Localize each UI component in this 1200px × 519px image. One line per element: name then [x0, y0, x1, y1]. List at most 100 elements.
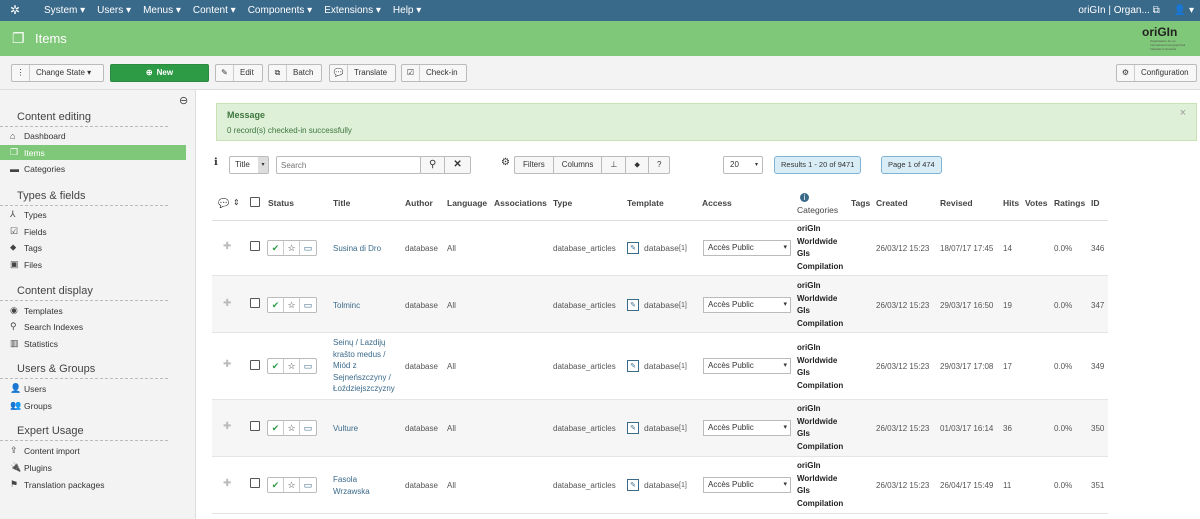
- column-language[interactable]: Language: [447, 198, 487, 208]
- column-author[interactable]: Author: [405, 198, 433, 208]
- drag-handle-icon[interactable]: ✚: [223, 298, 231, 309]
- column-access[interactable]: Access: [702, 198, 732, 208]
- row-checkbox[interactable]: [250, 298, 260, 308]
- checkin-button[interactable]: ☑ Check-in: [401, 64, 467, 82]
- clear-icon[interactable]: ✕: [445, 157, 469, 173]
- sidebar-item-items[interactable]: ❐ Items: [0, 145, 186, 160]
- access-select[interactable]: Accès Public ▾: [703, 297, 791, 313]
- drag-handle-icon[interactable]: ✚: [223, 478, 231, 489]
- sidebar-item-files[interactable]: ▣ Files: [10, 257, 196, 272]
- edit-icon[interactable]: ✎: [627, 479, 639, 491]
- sidebar-item-types[interactable]: ⅄ Types: [10, 207, 196, 222]
- row-checkbox[interactable]: [250, 478, 260, 488]
- preview-monitor-icon[interactable]: ▭: [300, 241, 316, 255]
- access-select[interactable]: Accès Public ▾: [703, 240, 791, 256]
- item-title-link[interactable]: Susina di Dro: [333, 243, 381, 255]
- item-title-link[interactable]: Fasola Wrzawska: [333, 474, 370, 497]
- edit-icon[interactable]: ✎: [627, 422, 639, 434]
- info-icon[interactable]: i: [800, 193, 809, 202]
- select-all-checkbox[interactable]: [250, 197, 260, 207]
- menu-content[interactable]: Content ▾: [187, 0, 242, 21]
- sidebar-item-dashboard[interactable]: ⌂ Dashboard: [10, 128, 196, 143]
- user-menu[interactable]: 👤 ▾: [1174, 5, 1194, 16]
- batch-button[interactable]: ⧉ Batch: [268, 64, 322, 82]
- sidebar-item-search-indexes[interactable]: ⚲ Search Indexes: [10, 319, 196, 334]
- item-title-link[interactable]: Seinų / Lazdijų krašto medus / Miód z Se…: [333, 337, 395, 395]
- preview-monitor-icon[interactable]: ▭: [300, 359, 316, 373]
- site-link[interactable]: oriGIn | Organ... ⧉: [1078, 5, 1159, 16]
- preview-monitor-icon[interactable]: ▭: [300, 478, 316, 492]
- columns-button[interactable]: Columns: [554, 157, 603, 173]
- preview-monitor-icon[interactable]: ▭: [300, 421, 316, 435]
- change-state-button[interactable]: ⋮ Change State ▾: [11, 64, 104, 82]
- column-id[interactable]: ID: [1091, 198, 1100, 208]
- sidebar-item-templates[interactable]: ◉ Templates: [10, 303, 196, 318]
- drag-handle-icon[interactable]: ✚: [223, 241, 231, 252]
- star-icon[interactable]: ☆: [284, 478, 300, 492]
- menu-extensions[interactable]: Extensions ▾: [318, 0, 387, 21]
- row-checkbox[interactable]: [250, 421, 260, 431]
- gear-icon[interactable]: ⚙: [501, 157, 510, 168]
- sitemap-icon[interactable]: ⊥: [602, 157, 627, 173]
- edit-button[interactable]: ✎ Edit: [215, 64, 263, 82]
- column-type[interactable]: Type: [553, 198, 572, 208]
- access-select[interactable]: Accès Public ▾: [703, 477, 791, 493]
- menu-help[interactable]: Help ▾: [387, 0, 427, 21]
- help-icon[interactable]: ?: [649, 157, 669, 173]
- sidebar-item-fields[interactable]: ☑ Fields: [10, 224, 196, 239]
- item-title-link[interactable]: Tolminc: [333, 300, 360, 312]
- sidebar-item-categories[interactable]: ▬ Categories: [10, 161, 196, 176]
- published-check-icon[interactable]: ✔: [268, 421, 284, 435]
- drag-handle-icon[interactable]: ✚: [223, 421, 231, 432]
- sidebar-item-statistics[interactable]: ▥ Statistics: [10, 336, 196, 351]
- collapse-sidebar-icon[interactable]: ⊖: [179, 94, 188, 107]
- new-button[interactable]: ⊕ New: [110, 64, 209, 82]
- row-checkbox[interactable]: [250, 360, 260, 370]
- column-created[interactable]: Created: [876, 198, 908, 208]
- edit-icon[interactable]: ✎: [627, 299, 639, 311]
- menu-users[interactable]: Users ▾: [91, 0, 137, 21]
- column-tags[interactable]: Tags: [851, 198, 870, 208]
- column-ratings[interactable]: Ratings: [1054, 198, 1085, 208]
- published-check-icon[interactable]: ✔: [268, 478, 284, 492]
- sidebar-item-translation-packages[interactable]: ⚑ Translation packages: [10, 477, 196, 492]
- joomla-logo-icon[interactable]: ✲: [10, 3, 20, 17]
- search-input[interactable]: [276, 156, 421, 174]
- star-icon[interactable]: ☆: [284, 359, 300, 373]
- published-check-icon[interactable]: ✔: [268, 241, 284, 255]
- sort-icon[interactable]: ⇕: [233, 198, 240, 207]
- sidebar-item-groups[interactable]: 👥 Groups: [10, 398, 196, 413]
- menu-components[interactable]: Components ▾: [242, 0, 319, 21]
- column-associations[interactable]: Associations: [494, 198, 547, 208]
- sidebar-item-tags[interactable]: ⬥ Tags: [10, 240, 196, 255]
- row-checkbox[interactable]: [250, 241, 260, 251]
- star-icon[interactable]: ☆: [284, 421, 300, 435]
- published-check-icon[interactable]: ✔: [268, 359, 284, 373]
- edit-icon[interactable]: ✎: [627, 360, 639, 372]
- published-check-icon[interactable]: ✔: [268, 298, 284, 312]
- drag-handle-icon[interactable]: ✚: [223, 359, 231, 370]
- configuration-button[interactable]: ⚙ Configuration: [1116, 64, 1197, 82]
- item-title-link[interactable]: Vulture: [333, 423, 358, 435]
- tags-icon[interactable]: ⬥: [626, 157, 649, 173]
- column-categories[interactable]: Categories: [797, 205, 838, 215]
- access-select[interactable]: Accès Public ▾: [703, 358, 791, 374]
- info-icon[interactable]: ℹ: [214, 157, 218, 168]
- comments-icon[interactable]: 💬: [218, 198, 229, 209]
- column-template[interactable]: Template: [627, 198, 664, 208]
- edit-icon[interactable]: ✎: [627, 242, 639, 254]
- close-icon[interactable]: ×: [1180, 107, 1186, 119]
- sidebar-item-content-import[interactable]: ⇪ Content import: [10, 443, 196, 458]
- limit-select[interactable]: 20 ▾: [723, 156, 763, 174]
- sidebar-item-plugins[interactable]: 🔌 Plugins: [10, 460, 196, 475]
- search-field-select[interactable]: Title ▾: [229, 156, 269, 174]
- menu-system[interactable]: System ▾: [38, 0, 91, 21]
- star-icon[interactable]: ☆: [284, 298, 300, 312]
- access-select[interactable]: Accès Public ▾: [703, 420, 791, 436]
- search-icon[interactable]: ⚲: [421, 157, 446, 173]
- sidebar-item-users[interactable]: 👤 Users: [10, 381, 196, 396]
- column-status[interactable]: Status: [268, 198, 294, 208]
- star-icon[interactable]: ☆: [284, 241, 300, 255]
- column-votes[interactable]: Votes: [1025, 198, 1048, 208]
- column-hits[interactable]: Hits: [1003, 198, 1019, 208]
